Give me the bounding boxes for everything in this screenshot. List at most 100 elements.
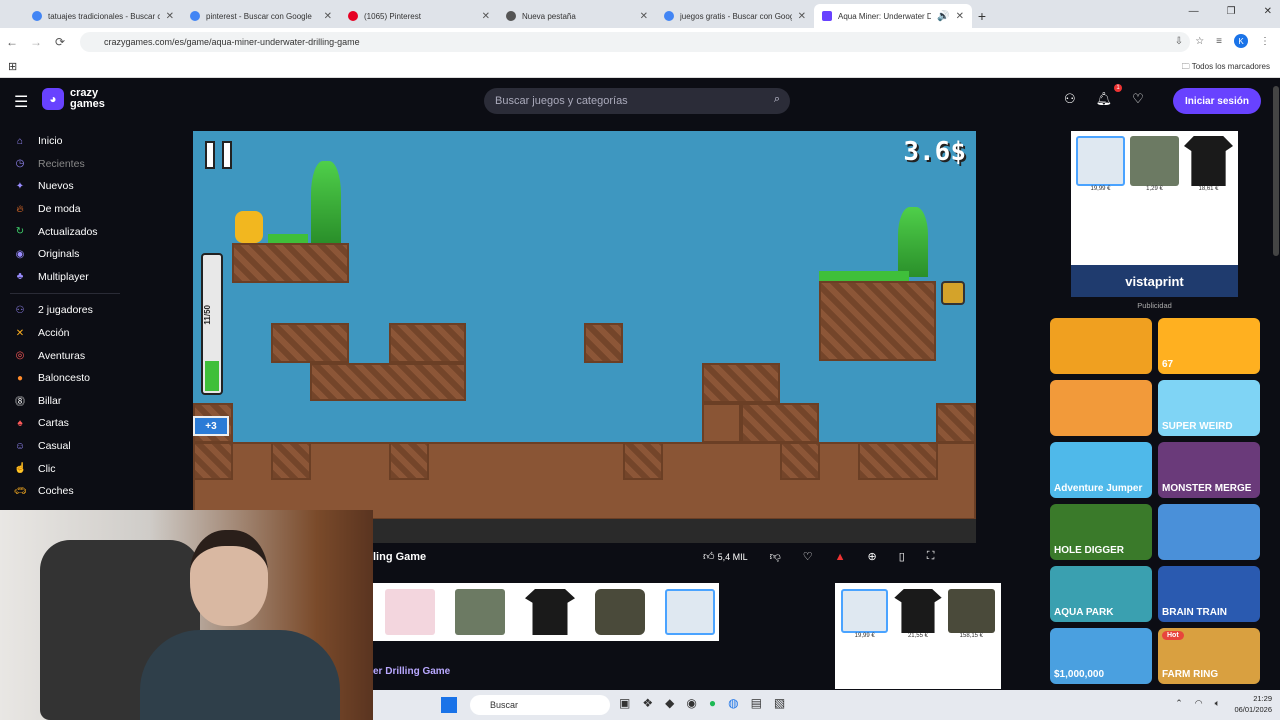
close-icon[interactable]: ✕ [798,11,806,22]
share-icon[interactable]: ⊕ [868,550,877,563]
sidebar-item-de-moda[interactable]: 🔥︎ De moda [0,198,130,221]
sidebar-item-multiplayer[interactable]: ♣ Multiplayer [0,266,130,289]
pause-button[interactable] [205,141,232,169]
crazygames-logo[interactable]: ◕ crazy games [42,88,116,110]
game-thumbnail[interactable] [1050,318,1152,374]
game-thumbnail[interactable]: HOLE DIGGER [1050,504,1152,560]
search-icon[interactable]: ⌕ [774,93,780,106]
maximize-icon[interactable]: ❐ [1227,6,1236,17]
sidebar-item-clic[interactable]: ☝ Clic [0,457,130,480]
game-thumbnail[interactable] [1158,504,1260,560]
close-icon[interactable]: ✕ [482,11,490,22]
game-thumbnail[interactable]: Adventure Jumper [1050,442,1152,498]
sidebar-item-2-jugadores[interactable]: ⚇ 2 jugadores [0,299,130,322]
game-thumbnail[interactable]: AQUA PARK [1050,566,1152,622]
favorite-heart-icon[interactable]: ♡ [803,550,813,563]
browser-tab[interactable]: pinterest - Buscar con Google ✕ [182,4,340,28]
window-controls: — ❐ ✕ [1189,6,1272,17]
taskbar-search[interactable]: Buscar [470,695,610,715]
url-field[interactable]: crazygames.com/es/game/aqua-miner-underw… [80,32,1190,52]
close-icon[interactable]: ✕ [166,11,174,22]
sidebar-item-cartas[interactable]: ♠ Cartas [0,412,130,435]
more-icon[interactable]: ⋮ [1260,36,1270,47]
spotify-icon[interactable]: ● [709,696,716,710]
back-icon[interactable]: ← [0,35,24,49]
coin-bonus-button[interactable]: +3 [193,416,229,436]
sidebar-item-inicio[interactable]: ⌂ Inicio [0,130,130,153]
search-input[interactable]: Buscar juegos y categorías ⌕ [484,88,790,114]
game-thumbnail[interactable]: FARM RING Hot [1158,628,1260,684]
scrollbar-thumb[interactable] [1273,86,1279,256]
game-subtitle-link[interactable]: er Drilling Game [373,666,450,677]
speaker-icon[interactable]: 🔊 [937,11,949,22]
taskbar-clock[interactable]: 21:29 06/01/2026 [1234,693,1272,715]
close-icon[interactable]: ✕ [640,11,648,22]
browser-tab[interactable]: juegos gratis - Buscar con Goog ✕ [656,4,814,28]
game-thumbnail[interactable]: SUPER WEIRD [1158,380,1260,436]
dislike-icon[interactable]: 👎︎ [770,550,781,563]
sidebar-item-baloncesto[interactable]: ● Baloncesto [0,367,130,390]
product-ad-box[interactable]: 19,99 € 21,55 € 158,15 € [835,583,1001,689]
sidebar-item-accion[interactable]: ✕ Acción [0,322,130,345]
menu-list-icon[interactable]: ≡ [1216,36,1222,47]
sidebar-item-billar[interactable]: ⓼ Billar [0,390,130,413]
profile-avatar[interactable]: K [1234,34,1248,48]
friends-icon[interactable]: ⚇ [1064,91,1076,107]
report-icon[interactable]: ▲ [835,551,846,563]
reload-icon[interactable]: ⟳ [48,35,72,49]
game-thumbnail-label: $1,000,000 [1054,669,1105,680]
bell-icon[interactable]: 🔔︎ [1096,91,1113,107]
close-window-icon[interactable]: ✕ [1264,6,1272,17]
file-explorer-icon[interactable]: ▣ [619,696,630,710]
wifi-icon[interactable]: ◠ [1195,698,1203,709]
hamburger-menu-icon[interactable]: ☰ [14,92,28,112]
app-icon[interactable]: ◉ [686,696,696,710]
chrome-icon[interactable]: ◍ [728,696,738,710]
like-button[interactable]: 👍︎ 5,4 MIL [703,550,748,563]
login-button[interactable]: Iniciar sesión [1173,88,1261,114]
browser-tab[interactable]: Nueva pestaña ✕ [498,4,656,28]
game-thumbnail[interactable]: BRAIN TRAIN [1158,566,1260,622]
game-thumbnail[interactable]: $1,000,000 [1050,628,1152,684]
new-tab-button[interactable]: + [972,4,992,28]
apps-grid-icon[interactable]: ⊞ [8,60,17,73]
volume-icon[interactable]: 🔈︎ [1215,698,1220,709]
fullscreen-icon[interactable]: ⛶ [927,550,935,563]
sidebar-item-aventuras[interactable]: ◎ Aventuras [0,344,130,367]
chevron-up-icon[interactable]: ⌃ [1175,698,1183,709]
game-thumbnail-label: SUPER WEIRD [1162,421,1233,432]
sidebar-item-originals[interactable]: ◉ Originals [0,243,130,266]
close-icon[interactable]: ✕ [956,11,964,22]
minimize-icon[interactable]: — [1189,6,1199,17]
game-thumbnail[interactable] [1050,380,1152,436]
sidebar-item-coches[interactable]: 🚗︎ Coches [0,480,130,503]
product-tshirt [894,589,942,633]
lightroom-icon[interactable]: ▤ [751,696,762,710]
vistaprint-logo[interactable]: vistaprint [1071,265,1238,297]
close-icon[interactable]: ✕ [324,11,332,22]
sidebar-item-nuevos[interactable]: ✦ Nuevos [0,175,130,198]
app-icon[interactable]: ▧ [774,696,785,710]
game-canvas[interactable]: 3.6$ 11/50 +3 [193,131,976,543]
teams-icon[interactable]: ❖ [642,696,653,710]
game-thumbnail[interactable]: MONSTER MERGE [1158,442,1260,498]
browser-tab-active[interactable]: Aqua Miner: Underwater D 🔊 ✕ [814,4,972,28]
browser-tab[interactable]: tatuajes tradicionales - Buscar c ✕ [24,4,182,28]
merch-ad-banner[interactable] [373,583,719,641]
heart-icon[interactable]: ♡ [1132,91,1144,107]
browser-tab[interactable]: (1065) Pinterest ✕ [340,4,498,28]
all-bookmarks-link[interactable]: 🗀 Todos los marcadores [1182,61,1270,75]
click-icon: ☝ [14,463,27,475]
app-icon[interactable]: ◆ [665,696,674,710]
forward-icon[interactable]: → [24,35,48,49]
windows-start-icon[interactable] [441,697,457,713]
sidebar-item-recientes[interactable]: ◷ Recientes [0,153,130,176]
game-thumbnail[interactable]: 67 [1158,318,1260,374]
sidebar-item-actualizados[interactable]: ↻ Actualizados [0,220,130,243]
game-thumbnail-label: HOLE DIGGER [1054,545,1125,556]
install-icon[interactable]: ⇩ [1175,36,1183,47]
sidebar-item-casual[interactable]: ☺ Casual [0,435,130,458]
star-icon[interactable]: ☆ [1195,36,1204,47]
mobile-icon[interactable]: ▯ [899,550,905,563]
dirt-block [702,363,780,403]
